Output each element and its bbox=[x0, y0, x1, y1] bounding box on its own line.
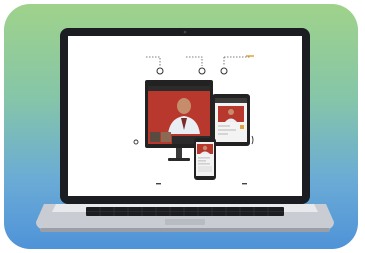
laptop-illustration bbox=[36, 28, 334, 232]
screen-marker bbox=[242, 183, 247, 185]
tablet-header bbox=[215, 98, 247, 103]
phone-device bbox=[194, 138, 216, 180]
phone-person-head bbox=[202, 145, 208, 151]
tablet-line bbox=[218, 133, 228, 135]
touchpad bbox=[165, 219, 205, 225]
participant-thumbnail bbox=[150, 132, 160, 142]
webcam-icon bbox=[183, 30, 187, 34]
phone-line bbox=[198, 157, 210, 159]
phone-line bbox=[198, 163, 210, 165]
screen-marker bbox=[156, 183, 161, 185]
tablet-person-head bbox=[228, 109, 234, 115]
monitor-base bbox=[168, 158, 190, 161]
tablet-line bbox=[218, 125, 230, 127]
tablet-device bbox=[212, 94, 250, 146]
monitor-stand bbox=[176, 148, 182, 158]
phone-panel bbox=[198, 166, 212, 172]
video-toolbar bbox=[148, 86, 210, 91]
person-head bbox=[177, 98, 191, 114]
tablet-line bbox=[218, 129, 236, 131]
tablet-badge bbox=[240, 125, 244, 129]
participant-thumbnail bbox=[161, 132, 171, 142]
laptop-base-edge bbox=[40, 228, 330, 232]
phone-line bbox=[198, 160, 206, 162]
